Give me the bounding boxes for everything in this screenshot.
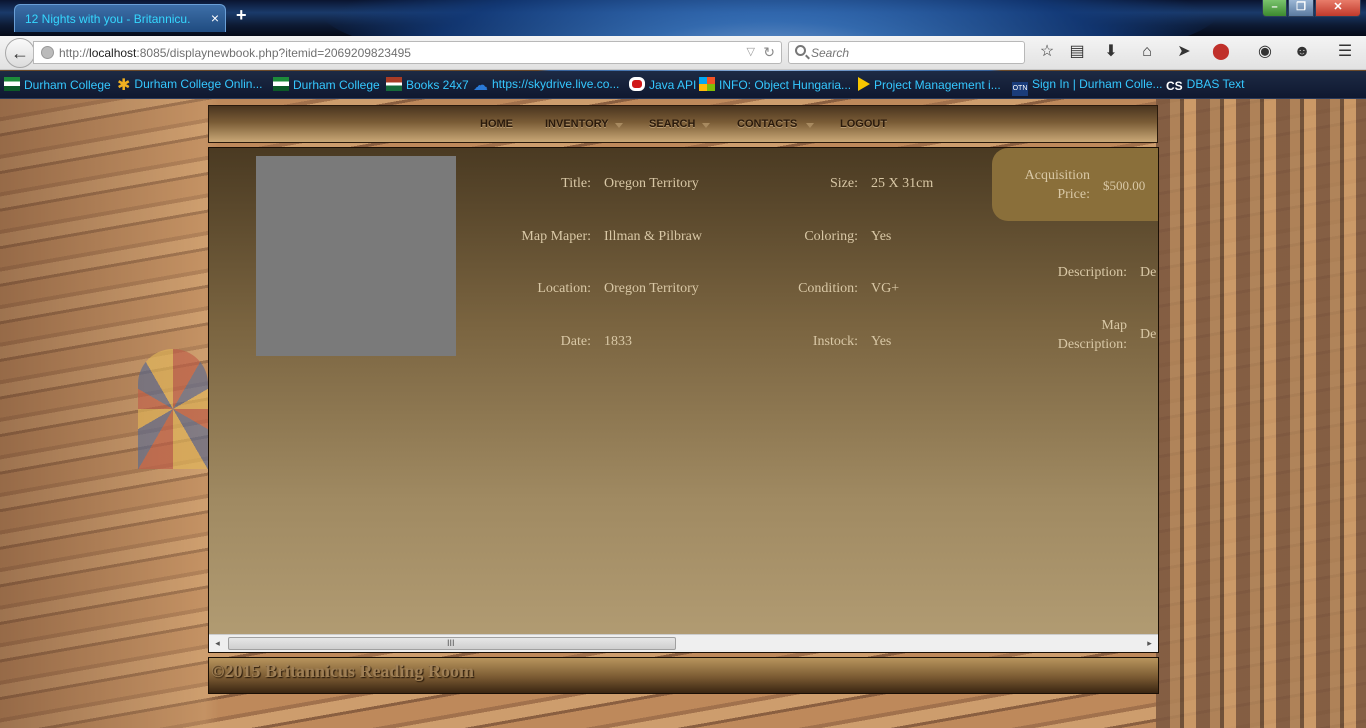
instock-label: Instock: [812, 334, 858, 349]
smiley-icon[interactable]: ☻ [1291, 42, 1313, 62]
location-label: Location: [537, 281, 591, 296]
nav-home[interactable]: HOME [480, 118, 513, 130]
site-nav: HOME INVENTORY SEARCH CONTACTS LOGOUT [208, 105, 1158, 143]
map-description-label: Map Description: [1057, 318, 1127, 352]
new-tab-button[interactable]: + [236, 5, 247, 26]
coloring-label: Coloring: [804, 229, 858, 244]
inventory-dropdown-icon[interactable] [615, 123, 623, 128]
title-label: Title: [561, 176, 591, 191]
adblock-icon[interactable]: ⬤ [1210, 42, 1232, 62]
star-icon[interactable]: ☆ [1036, 42, 1058, 62]
oracle-icon [629, 77, 645, 91]
bookmark-java-api[interactable]: Java API [629, 77, 696, 93]
close-window-button[interactable]: ✕ [1315, 0, 1361, 17]
search-icon [795, 45, 806, 56]
back-arrow-icon: ← [11, 43, 29, 63]
home-icon[interactable]: ⌂ [1136, 42, 1158, 62]
scroll-right-icon[interactable]: ▸ [1141, 635, 1158, 652]
search-bar[interactable] [788, 41, 1025, 64]
site-footer: ©2015 Britannicus Reading Room [208, 657, 1159, 694]
bookmark-sign-in-durham[interactable]: OTN Sign In | Durham Colle... [1012, 77, 1163, 96]
close-tab-icon[interactable]: × [211, 10, 219, 26]
browser-tab-active[interactable]: 12 Nights with you - Britannicu... × [14, 4, 226, 32]
description-label: Description: [1057, 265, 1127, 280]
globe-addon-icon[interactable]: ◉ [1254, 42, 1276, 62]
instock-value: Yes [871, 334, 892, 349]
bookmark-dbas-text[interactable]: CS DBAS Text [1166, 77, 1244, 93]
acquisition-price-label: Acquisition Price: [1024, 168, 1090, 202]
scroll-grip-icon: III [447, 638, 455, 648]
title-value: Oregon Territory [604, 176, 699, 191]
microsoft-icon [699, 77, 715, 91]
size-value: 25 X 31cm [871, 176, 934, 191]
search-dropdown-icon[interactable] [702, 123, 710, 128]
maximize-button[interactable]: ❐ [1288, 0, 1314, 17]
triangle-icon [858, 77, 870, 91]
bookmark-skydrive[interactable]: ☁ https://skydrive.live.co... [473, 77, 619, 93]
map-description-value: De [1140, 327, 1157, 342]
site-identity-icon[interactable] [41, 46, 54, 59]
asterisk-icon: ✱ [117, 77, 131, 94]
bookmark-object-hungarian[interactable]: INFO: Object Hungaria... [699, 77, 851, 93]
nav-inventory[interactable]: INVENTORY [545, 118, 609, 130]
minimize-button[interactable]: – [1262, 0, 1287, 17]
scroll-left-icon[interactable]: ◂ [209, 635, 226, 652]
map-maker-label: Map Maper: [521, 229, 591, 244]
close-icon: ✕ [1333, 1, 1343, 13]
minimize-icon: – [1271, 1, 1278, 13]
bookmark-durham-college-2[interactable]: Durham College [273, 77, 380, 93]
books-icon [386, 77, 402, 91]
size-label: Size: [830, 176, 858, 191]
condition-value: VG+ [871, 281, 900, 296]
menu-icon[interactable]: ☰ [1334, 42, 1356, 62]
url-history-dropdown-icon[interactable]: ▽ [747, 45, 755, 58]
nav-contacts[interactable]: CONTACTS [737, 118, 797, 130]
date-label: Date: [560, 334, 591, 349]
acquisition-price-value: $500.00 [1103, 178, 1146, 193]
cs-icon: CS [1166, 79, 1183, 93]
download-icon[interactable]: ⬇ [1100, 42, 1122, 62]
item-detail-panel: Title: Oregon Territory Map Maper: Illma… [208, 147, 1159, 653]
tab-title: 12 Nights with you - Britannicu... [25, 12, 190, 26]
reload-icon[interactable]: ↻ [763, 44, 775, 61]
description-value: De [1140, 265, 1157, 280]
maximize-icon: ❐ [1296, 1, 1306, 13]
search-input[interactable] [811, 46, 1011, 60]
durham-flag-icon [273, 77, 289, 91]
nav-logout[interactable]: LOGOUT [840, 118, 887, 130]
location-value: Oregon Territory [604, 281, 699, 296]
horizontal-scrollbar[interactable]: ◂ III ▸ [209, 634, 1158, 652]
bookmarks-toolbar: Durham College ✱ Durham College Onlin... … [0, 71, 1366, 99]
coloring-value: Yes [871, 229, 892, 244]
bookmark-project-management[interactable]: Project Management i... [858, 77, 1001, 93]
back-button[interactable]: ← [5, 38, 35, 68]
browser-titlebar: 12 Nights with you - Britannicu... × + –… [0, 0, 1366, 80]
acquisition-price-box: Acquisition Price: $500.00 [992, 148, 1158, 221]
durham-flag-icon [4, 77, 20, 91]
url-bar[interactable]: http://localhost:8085/displaynewbook.php… [33, 41, 782, 64]
browser-navbar: ← http://localhost:8085/displaynewbook.p… [0, 36, 1366, 70]
bookmark-durham-college-online[interactable]: ✱ Durham College Onlin... [117, 77, 262, 94]
url-text[interactable]: http://localhost:8085/displaynewbook.php… [59, 46, 411, 60]
reader-icon[interactable]: ▤ [1066, 42, 1088, 62]
cloud-icon: ☁ [473, 77, 488, 94]
date-value: 1833 [604, 334, 632, 349]
bookmark-durham-college[interactable]: Durham College [4, 77, 111, 93]
bookmark-books-24x7[interactable]: Books 24x7 [386, 77, 469, 93]
footer-copyright: ©2015 Britannicus Reading Room [211, 661, 474, 681]
otn-icon: OTN [1012, 82, 1028, 96]
contacts-dropdown-icon[interactable] [806, 123, 814, 128]
map-image-placeholder [256, 156, 456, 356]
map-maker-value: Illman & Pilbraw [604, 229, 702, 244]
scrollbar-thumb[interactable]: III [228, 637, 676, 650]
nav-search[interactable]: SEARCH [649, 118, 695, 130]
condition-label: Condition: [798, 281, 858, 296]
send-icon[interactable]: ➤ [1173, 42, 1195, 62]
